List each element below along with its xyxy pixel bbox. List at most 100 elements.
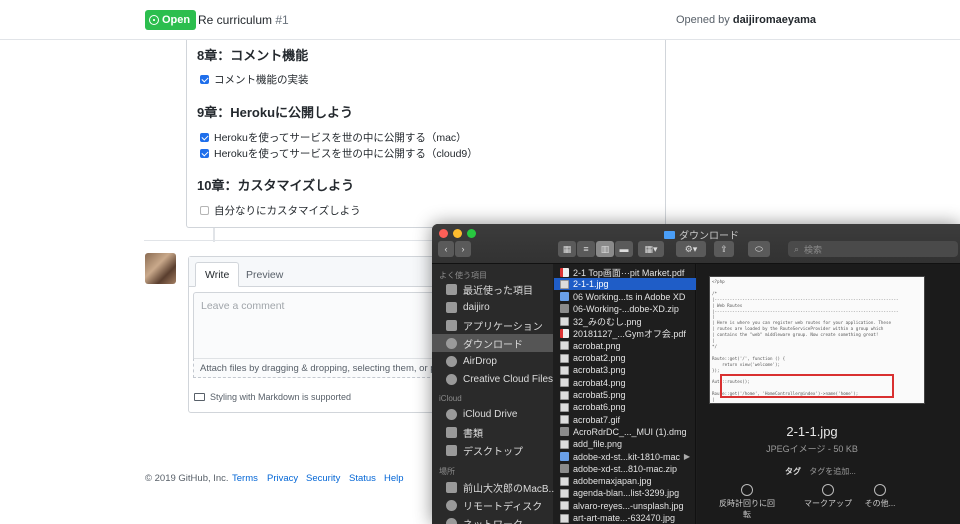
- group-button[interactable]: ▦▾: [638, 241, 664, 257]
- file-name: acrobat7.gif: [573, 414, 621, 425]
- list-view-button[interactable]: ≡: [577, 241, 595, 257]
- sidebar-item-label: ダウンロード: [463, 339, 523, 351]
- footer-link-terms[interactable]: Terms: [232, 473, 258, 484]
- file-row[interactable]: acrobat2.png: [554, 352, 696, 364]
- sidebar-item-home[interactable]: daijiro: [432, 298, 553, 316]
- sidebar-item-icloud-drive[interactable]: iCloud Drive: [432, 405, 553, 423]
- zoom-button[interactable]: [467, 229, 476, 238]
- sidebar-item-creative-cloud[interactable]: Creative Cloud Files: [432, 370, 553, 388]
- file-name: 2-1-1.jpg: [573, 279, 609, 290]
- file-row[interactable]: 32_みのむし.png: [554, 315, 696, 327]
- opened-by: Opened by daijiromaeyama: [676, 14, 816, 26]
- zip-file-icon: [560, 427, 569, 437]
- png-file-icon: [560, 402, 569, 412]
- file-row[interactable]: acrobat6.png: [554, 401, 696, 413]
- pdf-file-icon: [560, 267, 569, 277]
- file-row[interactable]: AcroRdrDC_..._MUI (1).dmg: [554, 426, 696, 438]
- task-item: コメント機能の実装: [200, 72, 309, 87]
- file-row[interactable]: adobemaxjapan.jpg: [554, 475, 696, 487]
- avatar[interactable]: [145, 253, 176, 284]
- file-row[interactable]: alvaro-reyes...-unsplash.jpg: [554, 500, 696, 512]
- file-row[interactable]: adobe-xd-st...810-mac.zip: [554, 463, 696, 475]
- file-row[interactable]: 20181127_...Gymオフ会.pdf: [554, 328, 696, 340]
- rotate-left-button[interactable]: 反時計回りに回転: [717, 484, 777, 520]
- search-input[interactable]: ⌕ 検索: [788, 241, 958, 257]
- file-row[interactable]: agenda-blan...list-3299.jpg: [554, 487, 696, 499]
- section-heading: 9章：Herokuに公開しよう: [197, 105, 354, 120]
- creative-cloud-icon: [446, 373, 457, 385]
- file-row[interactable]: acrobat5.png: [554, 389, 696, 401]
- tab-write[interactable]: Write: [195, 262, 240, 287]
- file-row[interactable]: adobe-xd-st...kit-1810-mac ▶: [554, 451, 696, 463]
- sidebar-item-documents[interactable]: 書類: [432, 423, 553, 441]
- sidebar-item-recents[interactable]: 最近使った項目: [432, 280, 553, 298]
- sidebar-item-macbook[interactable]: 前山大次郎のMacB...: [432, 478, 557, 496]
- icon-view-button[interactable]: ▦: [558, 241, 576, 257]
- file-name: alvaro-reyes...-unsplash.jpg: [573, 500, 684, 511]
- back-button[interactable]: ‹: [438, 241, 454, 257]
- file-row[interactable]: 06 Working...ts in Adobe XD: [554, 291, 696, 303]
- task-checkbox[interactable]: [200, 206, 209, 215]
- sidebar-item-desktop[interactable]: デスクトップ: [432, 441, 553, 459]
- footer-link-help[interactable]: Help: [384, 473, 404, 484]
- sidebar-item-label: ネットワーク: [463, 516, 523, 524]
- more-button[interactable]: その他...: [850, 484, 910, 509]
- file-row[interactable]: acrobat7.gif: [554, 414, 696, 426]
- forward-button[interactable]: ›: [455, 241, 471, 257]
- task-checkbox[interactable]: [200, 133, 209, 142]
- download-icon: [446, 337, 457, 349]
- state-label: Open: [162, 14, 191, 26]
- tab-preview[interactable]: Preview: [237, 262, 292, 287]
- task-checkbox[interactable]: [200, 75, 209, 84]
- file-name: adobe-xd-st...kit-1810-mac: [573, 451, 681, 462]
- file-row[interactable]: 2-1 Top画面···pit Market.pdf: [554, 266, 696, 278]
- tag-placeholder: タグを追加...: [809, 467, 856, 476]
- file-row[interactable]: acrobat.png: [554, 340, 696, 352]
- sidebar-item-remote-disc[interactable]: リモートディスク: [432, 496, 553, 514]
- folder-icon: [664, 230, 675, 239]
- zip-file-icon: [560, 304, 569, 314]
- markdown-note-text[interactable]: Styling with Markdown is supported: [210, 392, 351, 402]
- sidebar-item-airdrop[interactable]: AirDrop: [432, 352, 553, 370]
- file-row[interactable]: 2-1-1.jpg: [554, 278, 696, 291]
- footer-link-status[interactable]: Status: [349, 473, 376, 484]
- cloud-icon: [446, 408, 457, 420]
- markup-button[interactable]: マークアップ: [798, 484, 858, 509]
- footer-link-privacy[interactable]: Privacy: [267, 473, 298, 484]
- disclosure-arrow-icon: ▶: [683, 452, 690, 462]
- file-name: acrobat2.png: [573, 353, 626, 364]
- sidebar-item-label: 最近使った項目: [463, 285, 533, 297]
- file-name: 06 Working...ts in Adobe XD: [573, 291, 686, 302]
- tag-icon[interactable]: ⬭: [748, 241, 770, 257]
- sidebar-item-label: 前山大次郎のMacB...: [463, 483, 557, 495]
- sidebar-section-places: 場所: [439, 467, 455, 476]
- sidebar-item-network[interactable]: ネットワーク: [432, 514, 553, 524]
- png-file-icon: [560, 501, 569, 511]
- attach-files-area[interactable]: Attach files by dragging & dropping, sel…: [193, 358, 445, 378]
- task-item: Herokuを使ってサービスを世の中に公開する（mac）: [200, 130, 467, 145]
- column-view-button[interactable]: ▥: [596, 241, 614, 257]
- search-placeholder: 検索: [804, 244, 823, 255]
- action-gear-icon[interactable]: ⚙▾: [676, 241, 706, 257]
- footer-link-security[interactable]: Security: [306, 473, 340, 484]
- file-row[interactable]: acrobat4.png: [554, 377, 696, 389]
- file-name: 2-1 Top画面···pit Market.pdf: [573, 267, 685, 278]
- file-row[interactable]: art-art-mate...-632470.jpg: [554, 512, 696, 524]
- disc-icon: [446, 499, 457, 511]
- markdown-icon: [194, 393, 205, 401]
- sidebar-item-downloads[interactable]: ダウンロード: [432, 334, 553, 352]
- author-link[interactable]: daijiromaeyama: [733, 14, 816, 26]
- sidebar-item-label: 書類: [463, 428, 483, 440]
- gallery-view-button[interactable]: ▬: [615, 241, 633, 257]
- tag-field[interactable]: タグ タグを追加...: [785, 466, 856, 477]
- share-icon[interactable]: ⇪: [714, 241, 734, 257]
- file-row[interactable]: acrobat3.png: [554, 364, 696, 376]
- minimize-button[interactable]: [453, 229, 462, 238]
- task-checkbox[interactable]: [200, 149, 209, 158]
- file-row[interactable]: 06-Working-...dobe-XD.zip: [554, 303, 696, 315]
- file-name: art-art-mate...-632470.jpg: [573, 513, 676, 524]
- file-name: AcroRdrDC_..._MUI (1).dmg: [573, 426, 687, 437]
- file-row[interactable]: add_file.png: [554, 438, 696, 450]
- close-button[interactable]: [439, 229, 448, 238]
- sidebar-item-applications[interactable]: アプリケーション: [432, 316, 553, 334]
